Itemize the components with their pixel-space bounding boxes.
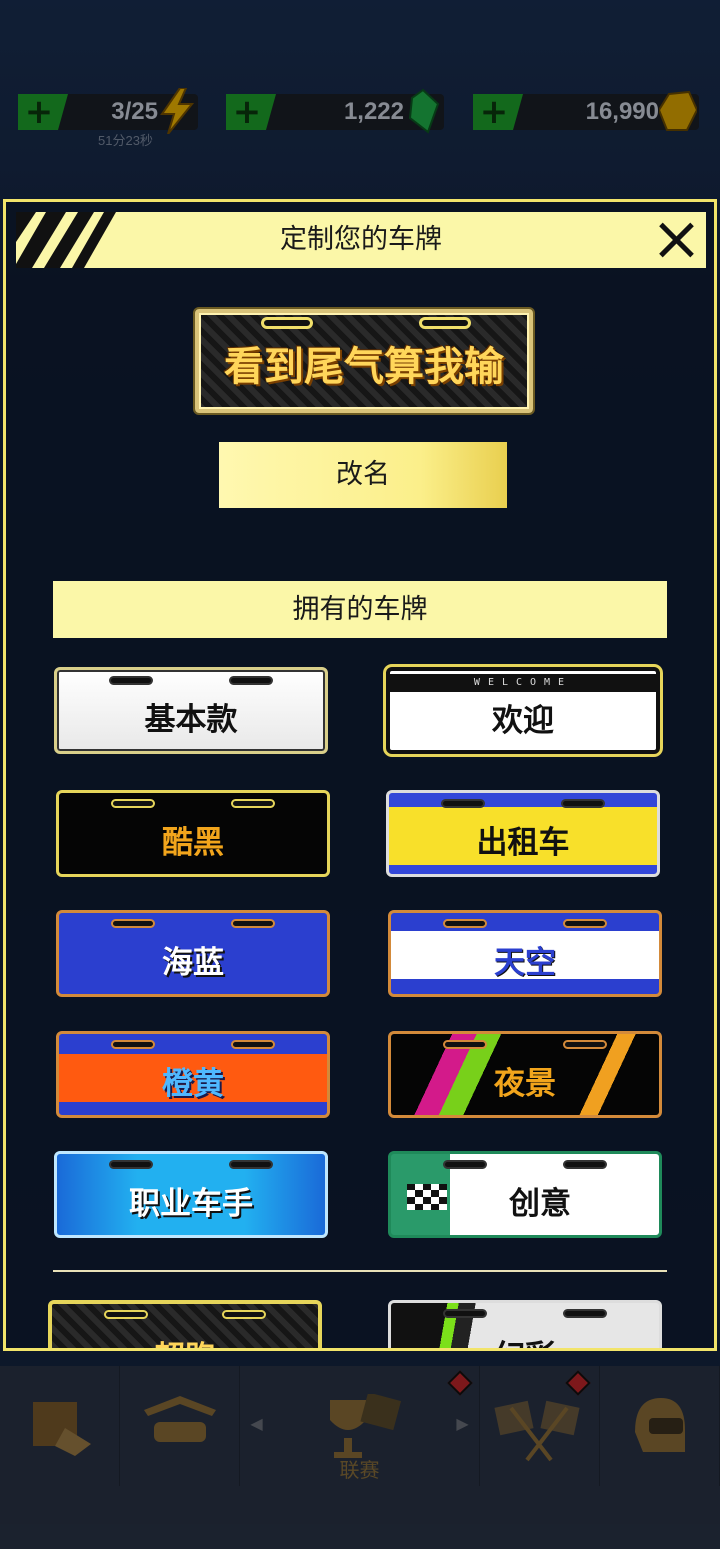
plate-mount-slot (109, 1160, 153, 1169)
plate-creative[interactable]: 创意 (388, 1151, 662, 1238)
dialog-title: 定制您的车牌 (280, 224, 442, 255)
plate-mount-slot (229, 676, 273, 685)
plate-mount-slot (563, 1040, 607, 1049)
plate-mount-slot (231, 799, 275, 808)
plate-mount-slot (561, 799, 605, 808)
plate-mount-slot (443, 919, 487, 928)
plate-night-view[interactable]: 夜景 (388, 1031, 662, 1118)
plate-label: 欢迎 (492, 703, 554, 739)
plate-mount-slot (229, 1160, 273, 1169)
rename-button[interactable]: 改名 (219, 442, 507, 508)
dialog-header: 定制您的车牌 (16, 212, 706, 268)
plate-label: 幻彩 (391, 1325, 659, 1348)
plate-label: 基本款 (144, 702, 238, 738)
plate-label: 海蓝 (162, 945, 224, 981)
plate-mount-slot (111, 919, 155, 928)
plate-taxi[interactable]: 出租车 (386, 790, 660, 877)
plate-label: 夜景 (494, 1066, 556, 1102)
plate-sky[interactable]: 天空 (388, 910, 662, 997)
plate-phantom[interactable]: 幻彩 (388, 1300, 662, 1348)
plate-label: 酷黑 (162, 825, 224, 861)
plate-mount-slot (231, 1040, 275, 1049)
plate-label: 职业车手 (129, 1186, 253, 1222)
plate-mount-slot (419, 317, 471, 329)
plate-mount-slot (111, 799, 155, 808)
section-divider (53, 1270, 667, 1272)
plate-mount-slot (443, 1040, 487, 1049)
plate-mount-slot (563, 1309, 607, 1318)
plate-welcome[interactable]: WELCOME 欢迎 (386, 667, 660, 754)
current-plate-text: 看到尾气算我输 (224, 344, 504, 390)
plate-label: 超跑 (52, 1326, 318, 1348)
plate-mount-slot (222, 1310, 266, 1319)
owned-plates-header: 拥有的车牌 (53, 581, 667, 638)
customize-plate-dialog: 定制您的车牌 看到尾气算我输 改名 拥有的车牌 基本款 WELCOME 欢迎 酷… (3, 199, 717, 1351)
plate-label: 创意 (509, 1186, 571, 1222)
plate-supercar[interactable]: 超跑 (48, 1300, 322, 1348)
plate-mount-slot (109, 676, 153, 685)
plate-label: 天空 (494, 945, 556, 981)
plate-mount-slot (443, 1309, 487, 1318)
plate-pro-driver[interactable]: 职业车手 (54, 1151, 328, 1238)
plate-mount-slot (104, 1310, 148, 1319)
plate-basic[interactable]: 基本款 (54, 667, 328, 754)
plate-label: 橙黄 (162, 1066, 224, 1102)
current-plate-preview: 看到尾气算我输 (195, 309, 533, 413)
close-button[interactable] (654, 218, 698, 262)
plate-mount-slot (231, 919, 275, 928)
plate-mount-slot (443, 1160, 487, 1169)
plate-ocean-blue[interactable]: 海蓝 (56, 910, 330, 997)
plate-orange[interactable]: 橙黄 (56, 1031, 330, 1118)
plate-cool-black[interactable]: 酷黑 (56, 790, 330, 877)
plate-mount-slot (441, 799, 485, 808)
plate-mount-slot (111, 1040, 155, 1049)
plate-mount-slot (261, 317, 313, 329)
plate-label: 出租车 (476, 825, 570, 861)
plate-mount-slot (563, 1160, 607, 1169)
plate-mount-slot (563, 919, 607, 928)
